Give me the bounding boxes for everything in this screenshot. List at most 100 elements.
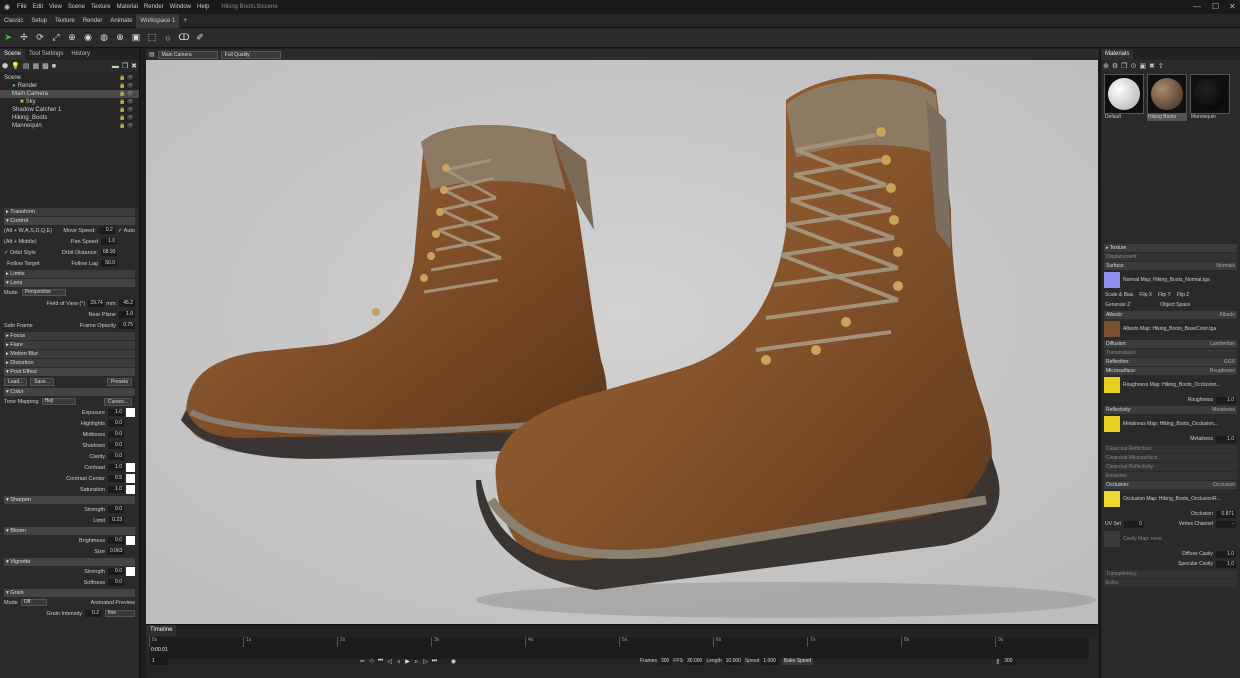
prop-value-field[interactable]: 0.0 xyxy=(108,453,124,460)
tree-item-main-camera[interactable]: Main Camera 🔒 👁 xyxy=(0,90,139,98)
fps-field[interactable]: 30.000 xyxy=(685,657,705,665)
visibility-icon[interactable]: 👁 xyxy=(127,114,135,122)
pick-material-icon[interactable]: ⊙ xyxy=(1130,62,1136,70)
orbit-distance-field[interactable]: 68.93 xyxy=(101,249,117,256)
lock-icon[interactable]: 🔒 xyxy=(119,106,127,114)
prop-value-field[interactable]: 0.0 xyxy=(108,506,124,513)
section-transform[interactable]: ▸ Transform xyxy=(4,208,135,216)
section-motion-blur[interactable]: ▸ Motion Blur xyxy=(4,350,135,358)
menu-scene[interactable]: Scene xyxy=(65,0,88,14)
tree-item-mannequin[interactable]: Mannequin 🔒 👁 xyxy=(0,122,139,130)
workspace-tab-animate[interactable]: Animate xyxy=(106,14,136,28)
material-mannequin[interactable]: Mannequin xyxy=(1190,74,1230,121)
paint-tool-icon[interactable]: ✐ xyxy=(194,32,206,44)
roughness-map-thumb[interactable] xyxy=(1104,377,1120,393)
grain-type-select[interactable]: fine xyxy=(105,610,135,617)
section-texture[interactable]: ▸ Texture xyxy=(1104,244,1237,252)
rotate-tool-icon[interactable]: ⟳ xyxy=(34,32,46,44)
material-settings-icon[interactable]: ⚙ xyxy=(1112,62,1118,70)
pivot-tool-icon[interactable]: ⊕ xyxy=(66,32,78,44)
prop-value-field[interactable]: 0.0 xyxy=(108,579,124,586)
section-displacement[interactable]: Displacement: xyxy=(1104,253,1237,261)
section-limits[interactable]: ▸ Limits xyxy=(4,270,135,278)
add-object-icon[interactable]: ⬢ xyxy=(2,62,8,70)
workspace-tab-texture[interactable]: Texture xyxy=(51,14,79,28)
tree-item-hiking-boots[interactable]: Hiking_Boots 🔒 👁 xyxy=(0,114,139,122)
tab-scene[interactable]: Scene xyxy=(0,49,26,60)
last-frame-icon[interactable]: ⏭ xyxy=(430,658,439,665)
delete-icon[interactable]: ✖ xyxy=(131,62,137,70)
color-swatch[interactable] xyxy=(126,536,135,545)
section-clearcoat-microsurface[interactable]: Clearcoat Microsurface: xyxy=(1104,454,1237,462)
prop-value-field[interactable]: 1.0 xyxy=(108,464,124,471)
section-occlusion[interactable]: Occlusion: Occlusion xyxy=(1104,481,1237,489)
prop-value-field[interactable]: 0.0 xyxy=(108,568,124,575)
apply-material-icon[interactable]: ▣ xyxy=(1139,62,1146,70)
section-transparency[interactable]: Transparency: xyxy=(1104,570,1237,578)
metalness-field[interactable]: 1.0 xyxy=(1216,435,1236,443)
circle-tool-icon[interactable]: ○ xyxy=(162,32,174,44)
lock-icon[interactable]: 🔒 xyxy=(119,74,127,82)
section-clearcoat-reflection[interactable]: Clearcoat Reflection: xyxy=(1104,445,1237,453)
move-tool-icon[interactable]: ✢ xyxy=(18,32,30,44)
camera-select[interactable]: Main Camera xyxy=(157,50,218,59)
speed-field[interactable]: 1.000 xyxy=(761,657,778,665)
record-icon[interactable]: ◉ xyxy=(449,658,458,665)
safe-frame-checkbox[interactable]: Safe Frame xyxy=(4,323,33,329)
lock-icon[interactable]: 🔒 xyxy=(119,90,127,98)
specular-cavity-field[interactable]: 1.0 xyxy=(1216,560,1236,568)
section-distortion[interactable]: ▸ Distortion xyxy=(4,359,135,367)
color-swatch[interactable] xyxy=(126,505,135,514)
duplicate-icon[interactable]: ❐ xyxy=(122,62,128,70)
menu-material[interactable]: Material xyxy=(114,0,141,14)
color-swatch[interactable] xyxy=(126,547,135,556)
section-reflectivity[interactable]: Reflectivity: Metalness xyxy=(1104,406,1237,414)
uv-set-select[interactable]: 0 xyxy=(1123,520,1144,528)
prev-key-icon[interactable]: ◁ xyxy=(385,658,394,665)
section-color[interactable]: ▾ Color xyxy=(4,388,135,396)
workspace-tab-setup[interactable]: Setup xyxy=(27,14,51,28)
tab-tool-settings[interactable]: Tool Settings xyxy=(25,49,67,60)
section-transmission[interactable]: Transmission: xyxy=(1104,349,1237,357)
section-reflection[interactable]: Reflection: GGX xyxy=(1104,358,1237,366)
follow-target-checkbox[interactable]: Follow Target xyxy=(4,261,54,267)
generate-z-checkbox[interactable]: Generate Z xyxy=(1105,302,1130,308)
section-surface[interactable]: Surface: Normals xyxy=(1104,262,1237,270)
prop-value-field[interactable]: 0.0 xyxy=(108,537,124,544)
tab-timeline[interactable]: Timeline xyxy=(146,625,177,636)
pan-speed-field[interactable]: 1.0 xyxy=(101,238,117,245)
section-emission[interactable]: Emission: xyxy=(1104,472,1237,480)
menu-window[interactable]: Window xyxy=(167,0,194,14)
menu-help[interactable]: Help xyxy=(194,0,212,14)
select-tool-icon[interactable]: ➤ xyxy=(2,32,14,44)
color-swatch[interactable] xyxy=(126,463,135,472)
end-frame-field[interactable]: 300 xyxy=(1002,657,1015,665)
menu-view[interactable]: View xyxy=(46,0,65,14)
occlusion-field[interactable]: 0.871 xyxy=(1216,510,1236,518)
prop-value-field[interactable]: 0.0 xyxy=(108,420,124,427)
cavity-map-thumb[interactable] xyxy=(1104,531,1120,547)
scale-tool-icon[interactable]: ⤢ xyxy=(50,32,62,44)
globe-tool-icon[interactable]: ◍ xyxy=(98,32,110,44)
next-key-icon[interactable]: ▷ xyxy=(421,658,430,665)
prop-value-field[interactable]: 0.23 xyxy=(108,517,124,524)
section-albedo[interactable]: Albedo: Albedo xyxy=(1104,311,1237,319)
viewport[interactable]: ▤ Main Camera Full Quality xyxy=(146,49,1098,624)
prop-value-field[interactable]: 1.0 xyxy=(108,486,124,493)
menu-render[interactable]: Render xyxy=(141,0,167,14)
section-control[interactable]: ▾ Control xyxy=(4,217,135,225)
menu-file[interactable]: File xyxy=(14,0,30,14)
albedo-map-thumb[interactable] xyxy=(1104,321,1120,337)
auto-checkbox[interactable]: ✓ Auto xyxy=(118,228,135,234)
section-vignette[interactable]: ▾ Vignette xyxy=(4,558,135,566)
loop-icon[interactable]: ⟲ xyxy=(367,658,376,665)
scale-bias-checkbox[interactable]: Scale & Bias xyxy=(1105,292,1133,298)
section-post-effect[interactable]: ▾ Post Effect xyxy=(4,368,135,376)
visibility-icon[interactable]: 👁 xyxy=(127,122,135,130)
delete-material-icon[interactable]: ✖ xyxy=(1149,62,1155,70)
color-swatch[interactable] xyxy=(126,567,135,576)
roughness-field[interactable]: 1.0 xyxy=(1216,396,1236,404)
material-hiking-boots[interactable]: Hiking Boots xyxy=(1147,74,1187,121)
move-speed-field[interactable]: 0.2 xyxy=(98,227,115,234)
follow-lag-field[interactable]: 50.0 xyxy=(101,260,117,267)
